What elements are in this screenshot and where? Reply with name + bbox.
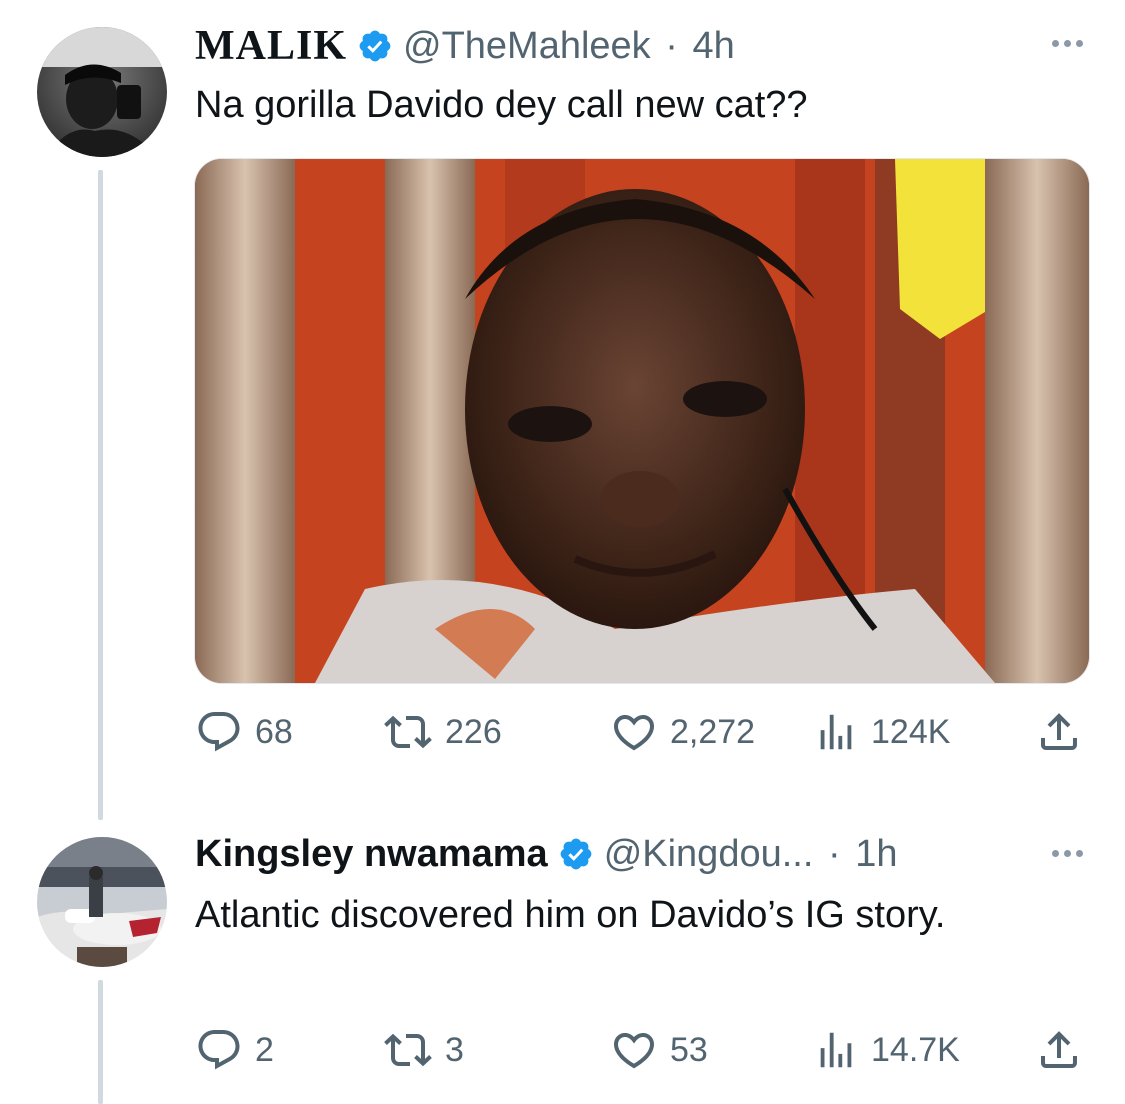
thread-line-1 xyxy=(98,170,103,820)
more-dots-icon[interactable] xyxy=(1052,850,1083,857)
tweet-text: Atlantic discovered him on Davido’s IG s… xyxy=(195,894,946,936)
avatar-malik[interactable] xyxy=(37,27,167,157)
verified-badge-icon xyxy=(558,836,594,872)
share-button[interactable] xyxy=(1035,1026,1083,1074)
views-button[interactable]: 14.7K xyxy=(813,1026,960,1074)
reply-button[interactable]: 68 xyxy=(195,708,293,756)
reply-icon xyxy=(198,1030,240,1070)
separator: · xyxy=(827,832,841,875)
verified-badge-icon xyxy=(357,28,393,64)
retweet-icon xyxy=(384,715,432,749)
separator: · xyxy=(665,24,678,67)
like-count: 53 xyxy=(670,1030,708,1069)
more-dots-icon[interactable] xyxy=(1052,40,1083,47)
share-icon xyxy=(1041,1031,1077,1068)
retweet-count: 3 xyxy=(445,1030,464,1069)
tweet-2-actions: 2 3 53 14.7K xyxy=(195,1026,1090,1076)
timestamp[interactable]: 4h xyxy=(692,25,734,67)
views-count: 124K xyxy=(871,712,951,751)
like-icon xyxy=(613,715,655,751)
share-icon xyxy=(1041,713,1077,750)
tweet-1-actions: 68 226 2,272 124K xyxy=(195,708,1090,758)
like-button[interactable]: 53 xyxy=(610,1026,708,1074)
views-icon xyxy=(820,1032,852,1068)
like-icon xyxy=(613,1033,655,1069)
tweet-1-meta: @TheMahleek · 4h xyxy=(403,25,735,68)
avatar-kingsley[interactable] xyxy=(37,837,167,967)
reply-button[interactable]: 2 xyxy=(195,1026,274,1074)
display-name[interactable]: Kingsley nwamama xyxy=(195,833,548,876)
retweet-count: 226 xyxy=(445,712,502,751)
tweet-text: Na gorilla Davido dey call new cat?? xyxy=(195,84,808,126)
like-button[interactable]: 2,272 xyxy=(610,708,755,756)
share-button[interactable] xyxy=(1035,708,1083,756)
handle[interactable]: @Kingdou... xyxy=(604,833,814,875)
views-button[interactable]: 124K xyxy=(813,708,950,756)
tweet-media-photo[interactable] xyxy=(194,158,1090,684)
reply-count: 68 xyxy=(255,712,293,751)
like-count: 2,272 xyxy=(670,712,756,751)
retweet-icon xyxy=(384,1033,432,1067)
reply-icon xyxy=(198,712,240,752)
timestamp[interactable]: 1h xyxy=(855,833,897,875)
retweet-button[interactable]: 3 xyxy=(383,1026,464,1074)
display-name[interactable]: MALIK xyxy=(195,22,347,70)
views-icon xyxy=(820,714,852,750)
views-count: 14.7K xyxy=(871,1030,960,1069)
tweet-2-header: Kingsley nwamama @Kingdou... · 1h xyxy=(195,826,897,882)
handle[interactable]: @TheMahleek xyxy=(403,25,651,67)
tweet-1-header: MALIK @TheMahleek · 4h xyxy=(195,18,735,74)
thread-line-2 xyxy=(98,980,103,1104)
reply-count: 2 xyxy=(255,1030,274,1069)
tweet-2-meta: @Kingdou... · 1h xyxy=(604,833,898,876)
retweet-button[interactable]: 226 xyxy=(383,708,502,756)
